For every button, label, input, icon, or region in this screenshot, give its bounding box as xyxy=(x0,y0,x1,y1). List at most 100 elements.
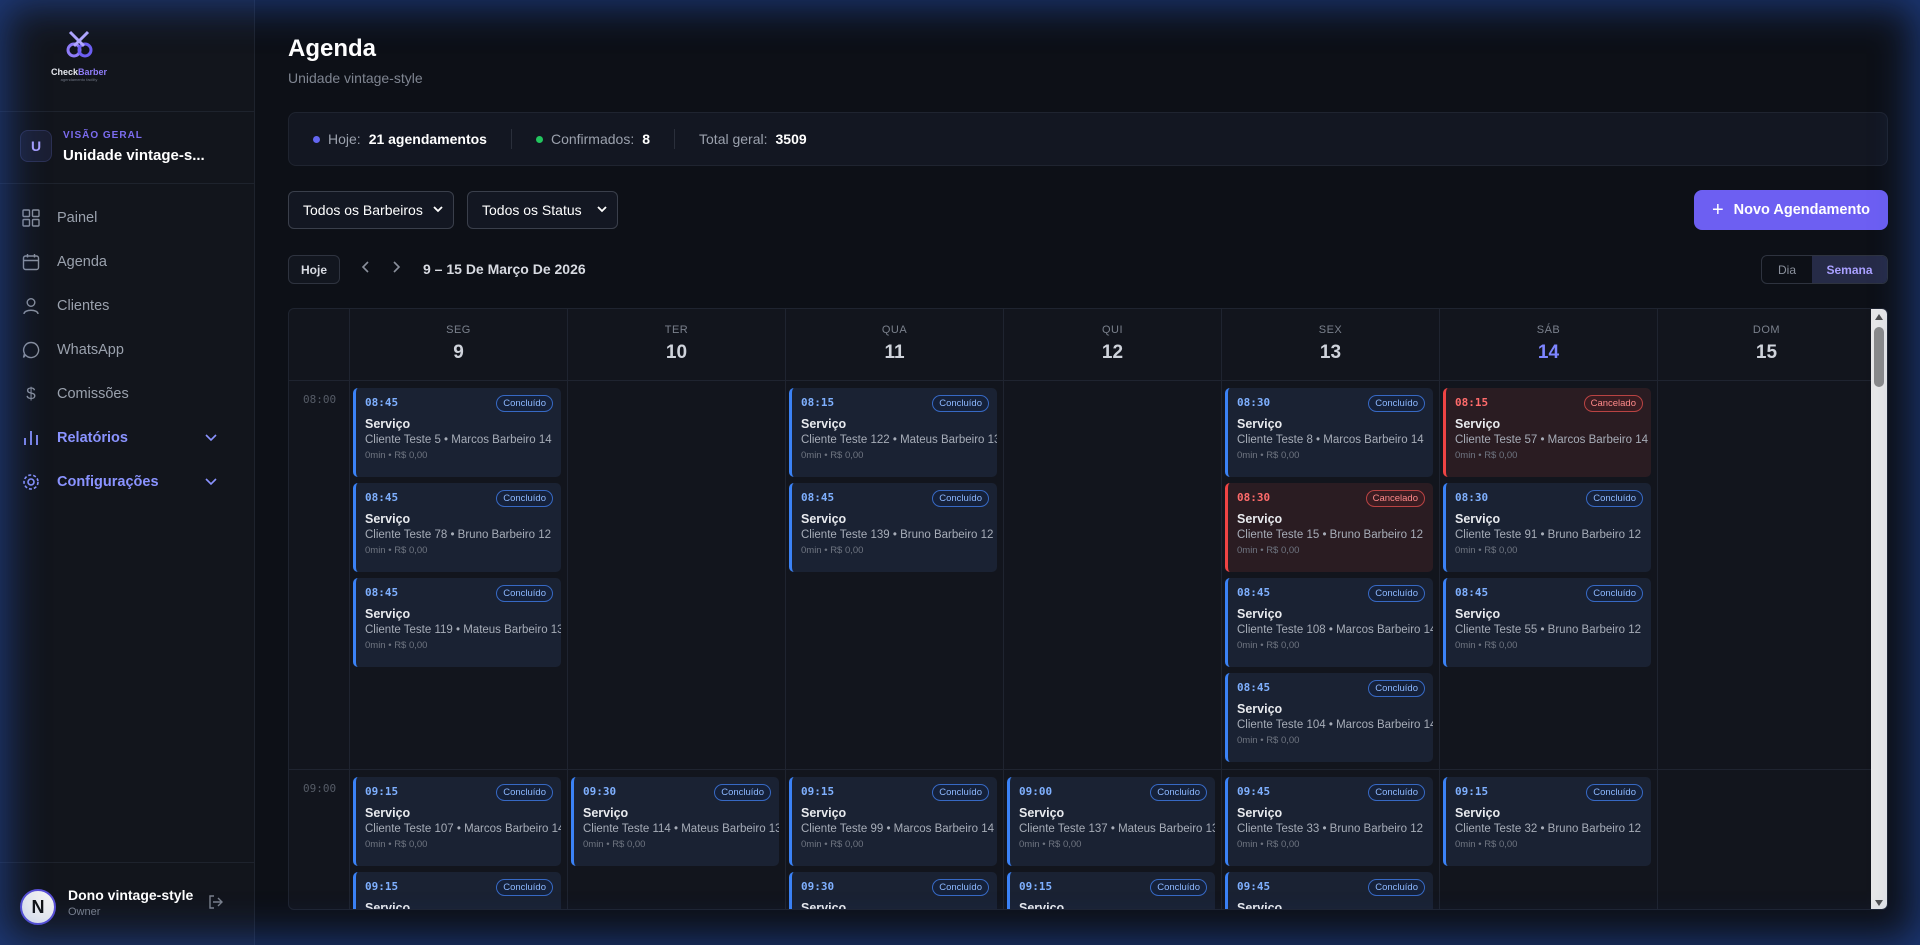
day-header[interactable]: QUA 11 xyxy=(785,309,1003,381)
time-label: 08:00 xyxy=(303,393,337,406)
appointment-card[interactable]: 09:15 Concluído Serviço Cliente Teste 32 • … xyxy=(1443,777,1651,866)
grid-line xyxy=(1439,381,1440,909)
unit-avatar[interactable]: U xyxy=(20,130,52,162)
barber-filter-select[interactable]: Todos os Barbeiros xyxy=(288,191,454,229)
day-header[interactable]: TER 10 xyxy=(567,309,785,381)
chevron-right-icon[interactable] xyxy=(393,260,401,276)
appointment-card[interactable]: 08:45 Concluído Serviço Cliente Teste 139 •… xyxy=(789,483,997,572)
appointment-card[interactable]: 09:15 Concluído Serviço Cliente Teste 99 • … xyxy=(789,777,997,866)
nav-item-configuracoes[interactable]: Configurações xyxy=(20,464,235,500)
stat-value: 21 agendamentos xyxy=(368,131,487,147)
status-badge: Concluído xyxy=(1368,395,1425,412)
today-button[interactable]: Hoje xyxy=(288,255,340,284)
status-badge: Concluído xyxy=(1368,585,1425,602)
appointment-card[interactable]: 09:00 Concluído Serviço Cliente Teste 137 •… xyxy=(1007,777,1215,866)
appointment-service: Serviço xyxy=(365,806,411,820)
appointment-card[interactable]: 08:30 Concluído Serviço Cliente Teste 8 • M… xyxy=(1225,388,1433,477)
appointment-card[interactable]: 08:15 Cancelado Serviço Cliente Teste 57 • … xyxy=(1443,388,1651,477)
appointment-card[interactable]: 08:30 Concluído Serviço Cliente Teste 91 • … xyxy=(1443,483,1651,572)
appointment-client: Cliente Teste 5 • Marcos Barbeiro 14 xyxy=(365,434,552,446)
appointment-service: Serviço xyxy=(1019,901,1065,910)
appointment-card[interactable]: 09:45 Concluído Serviço Cliente Teste 33 • … xyxy=(1225,777,1433,866)
appointment-meta: 0min • R$ 0,00 xyxy=(801,545,864,556)
avatar[interactable]: N xyxy=(20,889,56,925)
dollar-icon: $ xyxy=(26,384,36,403)
appointment-card[interactable]: 09:15 Concluído Serviço Cliente Teste 107 •… xyxy=(353,777,561,866)
appointment-card[interactable]: 08:45 Concluído Serviço Cliente Teste 108 •… xyxy=(1225,578,1433,667)
nav-item-whatsapp[interactable]: WhatsApp xyxy=(20,332,235,368)
unit-kicker: VISÃO GERAL xyxy=(63,130,143,141)
appointment-card[interactable]: 08:15 Concluído Serviço Cliente Teste 122 •… xyxy=(789,388,997,477)
appointment-card[interactable]: 09:45 Concluído Serviço xyxy=(1225,872,1433,909)
day-header[interactable]: DOM 15 xyxy=(1657,309,1875,381)
day-number: 14 xyxy=(1537,342,1560,363)
button-label: Novo Agendamento xyxy=(1733,202,1871,218)
appointment-card[interactable]: 08:30 Cancelado Serviço Cliente Teste 15 • … xyxy=(1225,483,1433,572)
week-calendar: SEG 9 TER 10 QUA 11 QUI 12 SEX 13 SÁB 14… xyxy=(288,308,1888,910)
user-name: Dono vintage-style xyxy=(68,887,194,903)
view-week-button[interactable]: Semana xyxy=(1812,256,1887,283)
scroll-down-arrow-icon[interactable] xyxy=(1875,900,1883,906)
calendar-scrollbar[interactable] xyxy=(1871,309,1887,909)
day-header[interactable]: SEX 13 xyxy=(1221,309,1439,381)
nav-item-agenda[interactable]: Agenda xyxy=(20,244,235,280)
time-label: 09:00 xyxy=(303,782,337,795)
status-badge: Concluído xyxy=(1586,585,1643,602)
appointment-service: Serviço xyxy=(801,901,847,910)
appointment-card[interactable]: 09:30 Concluído Serviço xyxy=(789,872,997,910)
new-appointment-button[interactable]: + Novo Agendamento xyxy=(1694,190,1888,230)
appointment-client: Cliente Teste 107 • Marcos Barbeiro 14 xyxy=(365,823,561,835)
nav-item-painel[interactable]: Painel xyxy=(20,200,235,236)
appointment-client: Cliente Teste 91 • Bruno Barbeiro 12 xyxy=(1455,529,1642,541)
appointment-card[interactable]: 08:45 Concluído Serviço Cliente Teste 78 • … xyxy=(353,483,561,572)
appointment-service: Serviço xyxy=(801,512,847,526)
appointment-card[interactable]: 09:15 Concluído Serviço xyxy=(353,872,561,909)
today-dot-icon xyxy=(313,135,320,143)
appointment-card[interactable]: 08:45 Concluído Serviço Cliente Teste 119 •… xyxy=(353,578,561,667)
appointment-meta: 0min • R$ 0,00 xyxy=(1455,545,1518,556)
status-badge: Concluído xyxy=(1150,784,1207,801)
day-header-today[interactable]: SÁB 14 xyxy=(1439,309,1657,381)
stat-value: 3509 xyxy=(775,131,807,147)
appointment-client: Cliente Teste 55 • Bruno Barbeiro 12 xyxy=(1455,624,1642,636)
nav-item-clientes[interactable]: Clientes xyxy=(20,288,235,324)
appointment-card[interactable]: 08:45 Concluído Serviço Cliente Teste 55 • … xyxy=(1443,578,1651,667)
appointment-client: Cliente Teste 99 • Marcos Barbeiro 14 xyxy=(801,823,995,835)
day-header[interactable]: SEG 9 xyxy=(349,309,567,381)
scissors-logo-icon xyxy=(66,30,93,58)
appointment-client: Cliente Teste 8 • Marcos Barbeiro 14 xyxy=(1237,434,1424,446)
appointment-meta: 0min • R$ 0,00 xyxy=(1237,640,1300,651)
appointment-service: Serviço xyxy=(801,417,847,431)
appointment-client: Cliente Teste 32 • Bruno Barbeiro 12 xyxy=(1455,823,1642,835)
appointment-card[interactable]: 08:45 Concluído Serviço Cliente Teste 5 • M… xyxy=(353,388,561,477)
status-filter-select[interactable]: Todos os Status xyxy=(467,191,618,229)
appointment-meta: 0min • R$ 0,00 xyxy=(1455,450,1518,461)
status-badge: Cancelado xyxy=(1365,490,1425,507)
logout-icon[interactable] xyxy=(208,894,224,915)
appointment-card[interactable]: 09:15 Concluído Serviço xyxy=(1007,872,1215,910)
unit-name[interactable]: Unidade vintage-s... xyxy=(63,147,205,164)
chevron-down-icon[interactable] xyxy=(205,430,217,446)
chevron-down-icon[interactable] xyxy=(205,474,217,490)
appointment-meta: 0min • R$ 0,00 xyxy=(1455,640,1518,651)
checkbarber-logo[interactable]: CheckBarber agendamento facility xyxy=(50,30,108,82)
view-day-button[interactable]: Dia xyxy=(1762,256,1812,283)
nav-item-comissoes[interactable]: $ Comissões xyxy=(20,376,235,412)
status-badge: Concluído xyxy=(932,490,989,507)
scrollbar-thumb[interactable] xyxy=(1874,327,1884,387)
divider xyxy=(0,862,255,863)
chevron-left-icon[interactable] xyxy=(361,260,369,276)
appointment-meta: 0min • R$ 0,00 xyxy=(801,450,864,461)
view-toggle: Dia Semana xyxy=(1761,255,1888,284)
appointment-meta: 0min • R$ 0,00 xyxy=(365,839,428,850)
appointment-meta: 0min • R$ 0,00 xyxy=(365,640,428,651)
day-number: 12 xyxy=(1101,342,1124,363)
appointment-client: Cliente Teste 137 • Mateus Barbeiro 13 xyxy=(1019,823,1215,835)
appointment-card[interactable]: 09:30 Concluído Serviço Cliente Teste 114 •… xyxy=(571,777,779,866)
day-header[interactable]: QUI 12 xyxy=(1003,309,1221,381)
scroll-up-arrow-icon[interactable] xyxy=(1875,314,1883,320)
nav-item-relatorios[interactable]: Relatórios xyxy=(20,420,235,456)
appointment-card[interactable]: 08:45 Concluído Serviço Cliente Teste 104 •… xyxy=(1225,673,1433,762)
day-number: 10 xyxy=(665,342,688,363)
appointment-meta: 0min • R$ 0,00 xyxy=(583,839,646,850)
